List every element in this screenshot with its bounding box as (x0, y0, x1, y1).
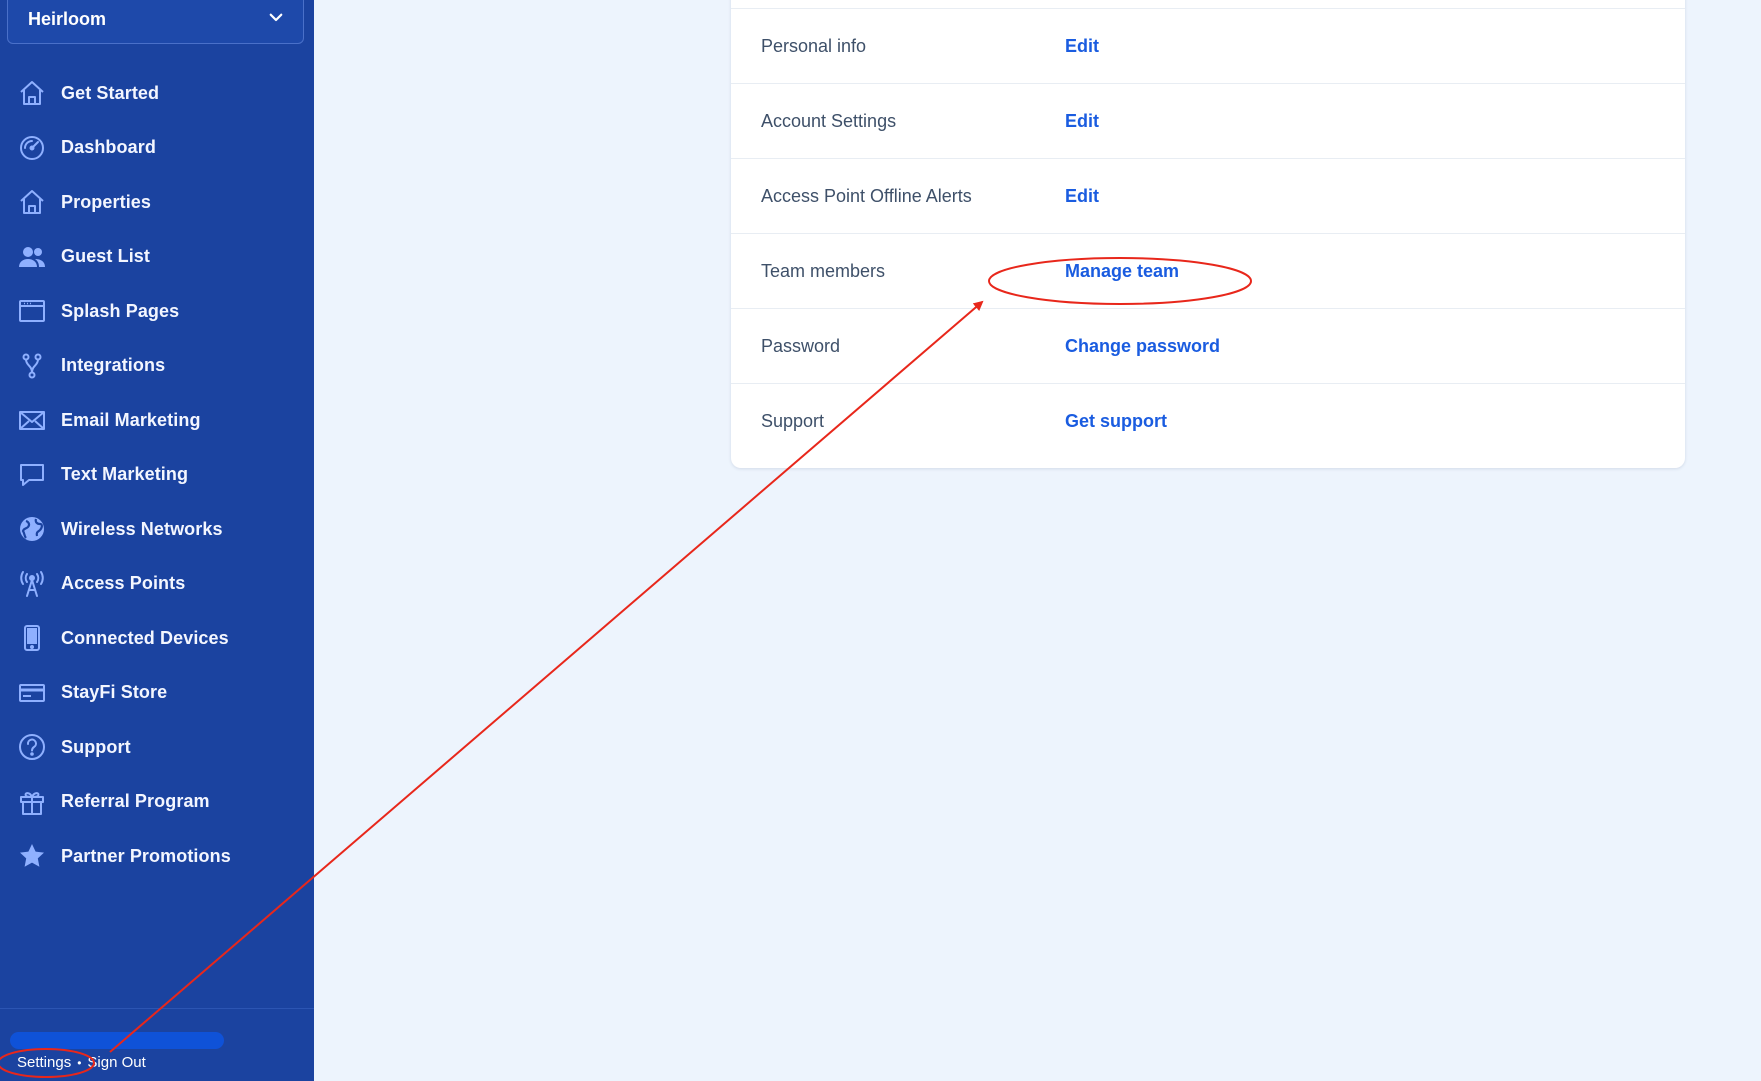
sidebar-item-partner-promotions[interactable]: Partner Promotions (0, 829, 314, 884)
sign-out-link[interactable]: Sign Out (87, 1054, 145, 1071)
globe-icon (17, 514, 47, 544)
home-icon (17, 78, 47, 108)
sidebar-item-referral-program[interactable]: Referral Program (0, 775, 314, 830)
organization-select-value: Heirloom (28, 8, 107, 29)
organization-select[interactable]: Heirloom (7, 0, 304, 44)
chat-bubble-icon (17, 460, 47, 490)
sidebar-item-stayfi-store[interactable]: StayFi Store (0, 666, 314, 721)
user-name-redacted (10, 1032, 224, 1049)
credit-card-icon (17, 678, 47, 708)
row-label: Personal info (761, 35, 867, 56)
get-support-link[interactable]: Get support (1065, 411, 1167, 432)
row-label: Password (761, 335, 841, 356)
question-circle-icon (17, 732, 47, 762)
sidebar-item-label: Guest List (61, 246, 151, 267)
sidebar-item-label: StayFi Store (61, 682, 168, 703)
sidebar-item-label: Integrations (61, 355, 166, 376)
row-label: Support (761, 410, 825, 431)
gift-icon (17, 787, 47, 817)
manage-team-link[interactable]: Manage team (1065, 261, 1179, 282)
sidebar-item-get-started[interactable]: Get Started (0, 66, 314, 121)
sidebar-item-properties[interactable]: Properties (0, 175, 314, 230)
sidebar-item-label: Text Marketing (61, 464, 189, 485)
sidebar-item-label: Referral Program (61, 791, 210, 812)
settings-row-support: Support Get support (731, 383, 1685, 458)
envelope-icon (17, 405, 47, 435)
settings-card: Personal info Edit Account Settings Edit… (731, 0, 1685, 468)
sidebar-item-label: Email Marketing (61, 409, 201, 430)
sidebar-item-integrations[interactable]: Integrations (0, 339, 314, 394)
sidebar-item-label: Splash Pages (61, 300, 180, 321)
sidebar-item-email-marketing[interactable]: Email Marketing (0, 393, 314, 448)
sidebar-item-support[interactable]: Support (0, 720, 314, 775)
sidebar-item-text-marketing[interactable]: Text Marketing (0, 448, 314, 503)
row-label: Access Point Offline Alerts (761, 185, 972, 206)
row-label: Team members (761, 260, 886, 281)
settings-link[interactable]: Settings (17, 1054, 71, 1071)
browser-window-icon (17, 296, 47, 326)
sidebar-item-splash-pages[interactable]: Splash Pages (0, 284, 314, 339)
sidebar-item-label: Partner Promotions (61, 845, 231, 866)
settings-row-password: Password Change password (731, 308, 1685, 383)
settings-row-personal-info: Personal info Edit (731, 8, 1685, 83)
settings-row-account-settings: Account Settings Edit (731, 83, 1685, 158)
phone-icon (17, 623, 47, 653)
edit-account-settings-link[interactable]: Edit (1065, 111, 1099, 132)
home-icon (17, 187, 47, 217)
sidebar-item-dashboard[interactable]: Dashboard (0, 121, 314, 176)
row-label: Account Settings (761, 110, 897, 131)
sidebar-divider (0, 1008, 314, 1009)
sidebar-item-access-points[interactable]: Access Points (0, 557, 314, 612)
settings-row-offline-alerts: Access Point Offline Alerts Edit (731, 158, 1685, 233)
chevron-down-icon (267, 8, 285, 31)
sidebar: Heirloom Get Started Dashboard Propertie… (0, 0, 314, 1081)
sidebar-item-label: Get Started (61, 82, 160, 103)
edit-offline-alerts-link[interactable]: Edit (1065, 186, 1099, 207)
sidebar-item-label: Dashboard (61, 137, 156, 158)
sidebar-item-label: Properties (61, 191, 152, 212)
sidebar-item-guest-list[interactable]: Guest List (0, 230, 314, 285)
sidebar-nav: Get Started Dashboard Properties Guest L… (0, 66, 314, 884)
star-icon (17, 841, 47, 871)
sidebar-item-label: Wireless Networks (61, 518, 223, 539)
edit-personal-info-link[interactable]: Edit (1065, 36, 1099, 57)
antenna-icon (17, 569, 47, 599)
sidebar-item-label: Connected Devices (61, 627, 229, 648)
change-password-link[interactable]: Change password (1065, 336, 1220, 357)
sidebar-footer: Settings • Sign Out (17, 1054, 146, 1071)
footer-separator: • (77, 1055, 82, 1070)
sidebar-item-connected-devices[interactable]: Connected Devices (0, 611, 314, 666)
fork-icon (17, 351, 47, 381)
sidebar-item-wireless-networks[interactable]: Wireless Networks (0, 502, 314, 557)
users-icon (17, 242, 47, 272)
speedometer-icon (17, 133, 47, 163)
settings-row-team-members: Team members Manage team (731, 233, 1685, 308)
sidebar-item-label: Support (61, 736, 131, 757)
sidebar-item-label: Access Points (61, 573, 186, 594)
